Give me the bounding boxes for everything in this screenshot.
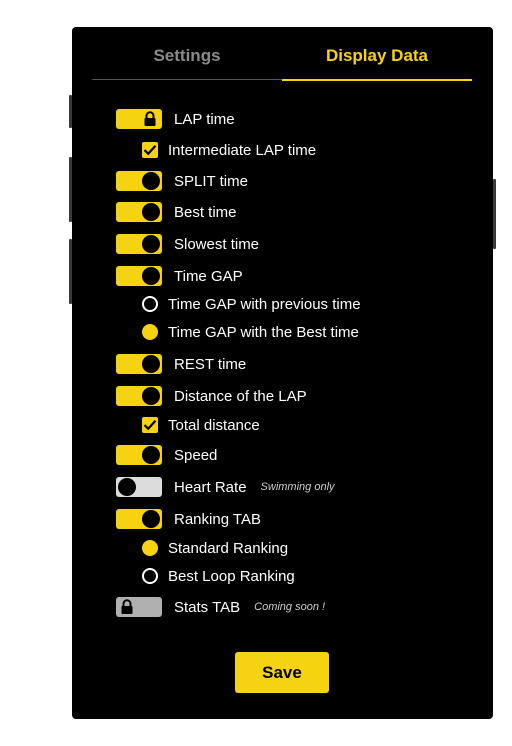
speed-label: Speed — [174, 446, 218, 464]
tab-bar: Settings Display Data — [92, 39, 472, 81]
heart-rate-label: Heart Rate — [174, 478, 247, 496]
intermediate-lap-label: Intermediate LAP time — [168, 141, 317, 159]
stats-tab-label: Stats TAB — [174, 598, 241, 616]
standard-ranking-radio[interactable] — [142, 540, 158, 556]
lock-icon — [144, 111, 156, 126]
phone-volume-button — [69, 95, 72, 128]
lap-time-toggle[interactable] — [116, 109, 162, 129]
row-slowest-time: Slowest time — [116, 232, 259, 256]
rest-time-toggle[interactable] — [116, 354, 162, 374]
row-speed: Speed — [116, 443, 217, 467]
row-total-distance: Total distance — [142, 413, 260, 437]
best-loop-ranking-radio[interactable] — [142, 568, 158, 584]
toggle-knob — [142, 446, 160, 464]
split-time-toggle[interactable] — [116, 171, 162, 191]
slowest-time-toggle[interactable] — [116, 234, 162, 254]
heart-rate-note: Swimming only — [260, 481, 335, 493]
intermediate-lap-checkbox[interactable] — [142, 142, 158, 158]
row-heart-rate: Heart Rate Swimming only — [116, 475, 335, 499]
split-time-label: SPLIT time — [174, 172, 248, 190]
row-best-time: Best time — [116, 200, 237, 224]
slowest-time-label: Slowest time — [174, 235, 260, 253]
row-distance-lap: Distance of the LAP — [116, 384, 307, 408]
total-distance-checkbox[interactable] — [142, 417, 158, 433]
toggle-knob — [142, 172, 160, 190]
row-rest-time: REST time — [116, 352, 246, 376]
toggle-knob — [142, 267, 160, 285]
best-time-toggle[interactable] — [116, 202, 162, 222]
gap-previous-label: Time GAP with previous time — [168, 295, 361, 313]
gap-best-radio[interactable] — [142, 324, 158, 340]
row-stats-tab: Stats TAB Coming soon ! — [116, 595, 325, 619]
row-time-gap: Time GAP — [116, 264, 243, 288]
lap-time-label: LAP time — [174, 110, 235, 128]
time-gap-toggle[interactable] — [116, 266, 162, 286]
toggle-knob — [142, 387, 160, 405]
gap-previous-radio[interactable] — [142, 296, 158, 312]
heart-rate-toggle[interactable] — [116, 477, 162, 497]
tab-display-data[interactable]: Display Data — [282, 39, 472, 81]
phone-power-button — [493, 179, 496, 249]
toggle-knob — [142, 203, 160, 221]
time-gap-label: Time GAP — [174, 267, 243, 285]
distance-lap-toggle[interactable] — [116, 386, 162, 406]
lock-icon — [121, 599, 133, 614]
speed-toggle[interactable] — [116, 445, 162, 465]
standard-ranking-label: Standard Ranking — [168, 539, 289, 557]
stats-tab-note: Coming soon ! — [254, 601, 326, 613]
toggle-knob — [142, 510, 160, 528]
best-time-label: Best time — [174, 203, 237, 221]
row-best-loop-ranking: Best Loop Ranking — [142, 564, 295, 588]
rest-time-label: REST time — [174, 355, 247, 373]
row-ranking-tab: Ranking TAB — [116, 507, 261, 531]
distance-lap-label: Distance of the LAP — [174, 387, 307, 405]
gap-best-label: Time GAP with the Best time — [168, 323, 359, 341]
stats-tab-toggle — [116, 597, 162, 617]
row-standard-ranking: Standard Ranking — [142, 536, 288, 560]
save-button[interactable]: Save — [235, 652, 329, 693]
toggle-knob — [118, 478, 136, 496]
row-gap-best: Time GAP with the Best time — [142, 320, 359, 344]
toggle-knob — [142, 235, 160, 253]
best-loop-ranking-label: Best Loop Ranking — [168, 567, 295, 585]
row-lap-time: LAP time — [116, 107, 235, 131]
row-split-time: SPLIT time — [116, 169, 248, 193]
tab-settings[interactable]: Settings — [92, 39, 282, 80]
ranking-tab-label: Ranking TAB — [174, 510, 261, 528]
phone-frame: Settings Display Data LAP time Intermedi… — [69, 27, 496, 719]
row-gap-previous: Time GAP with previous time — [142, 292, 361, 316]
check-icon — [143, 145, 157, 156]
row-intermediate-lap: Intermediate LAP time — [142, 138, 316, 162]
toggle-knob — [142, 355, 160, 373]
check-icon — [143, 420, 157, 431]
phone-side-button-2 — [69, 239, 72, 304]
ranking-tab-toggle[interactable] — [116, 509, 162, 529]
total-distance-label: Total distance — [168, 416, 260, 434]
phone-side-button — [69, 157, 72, 222]
